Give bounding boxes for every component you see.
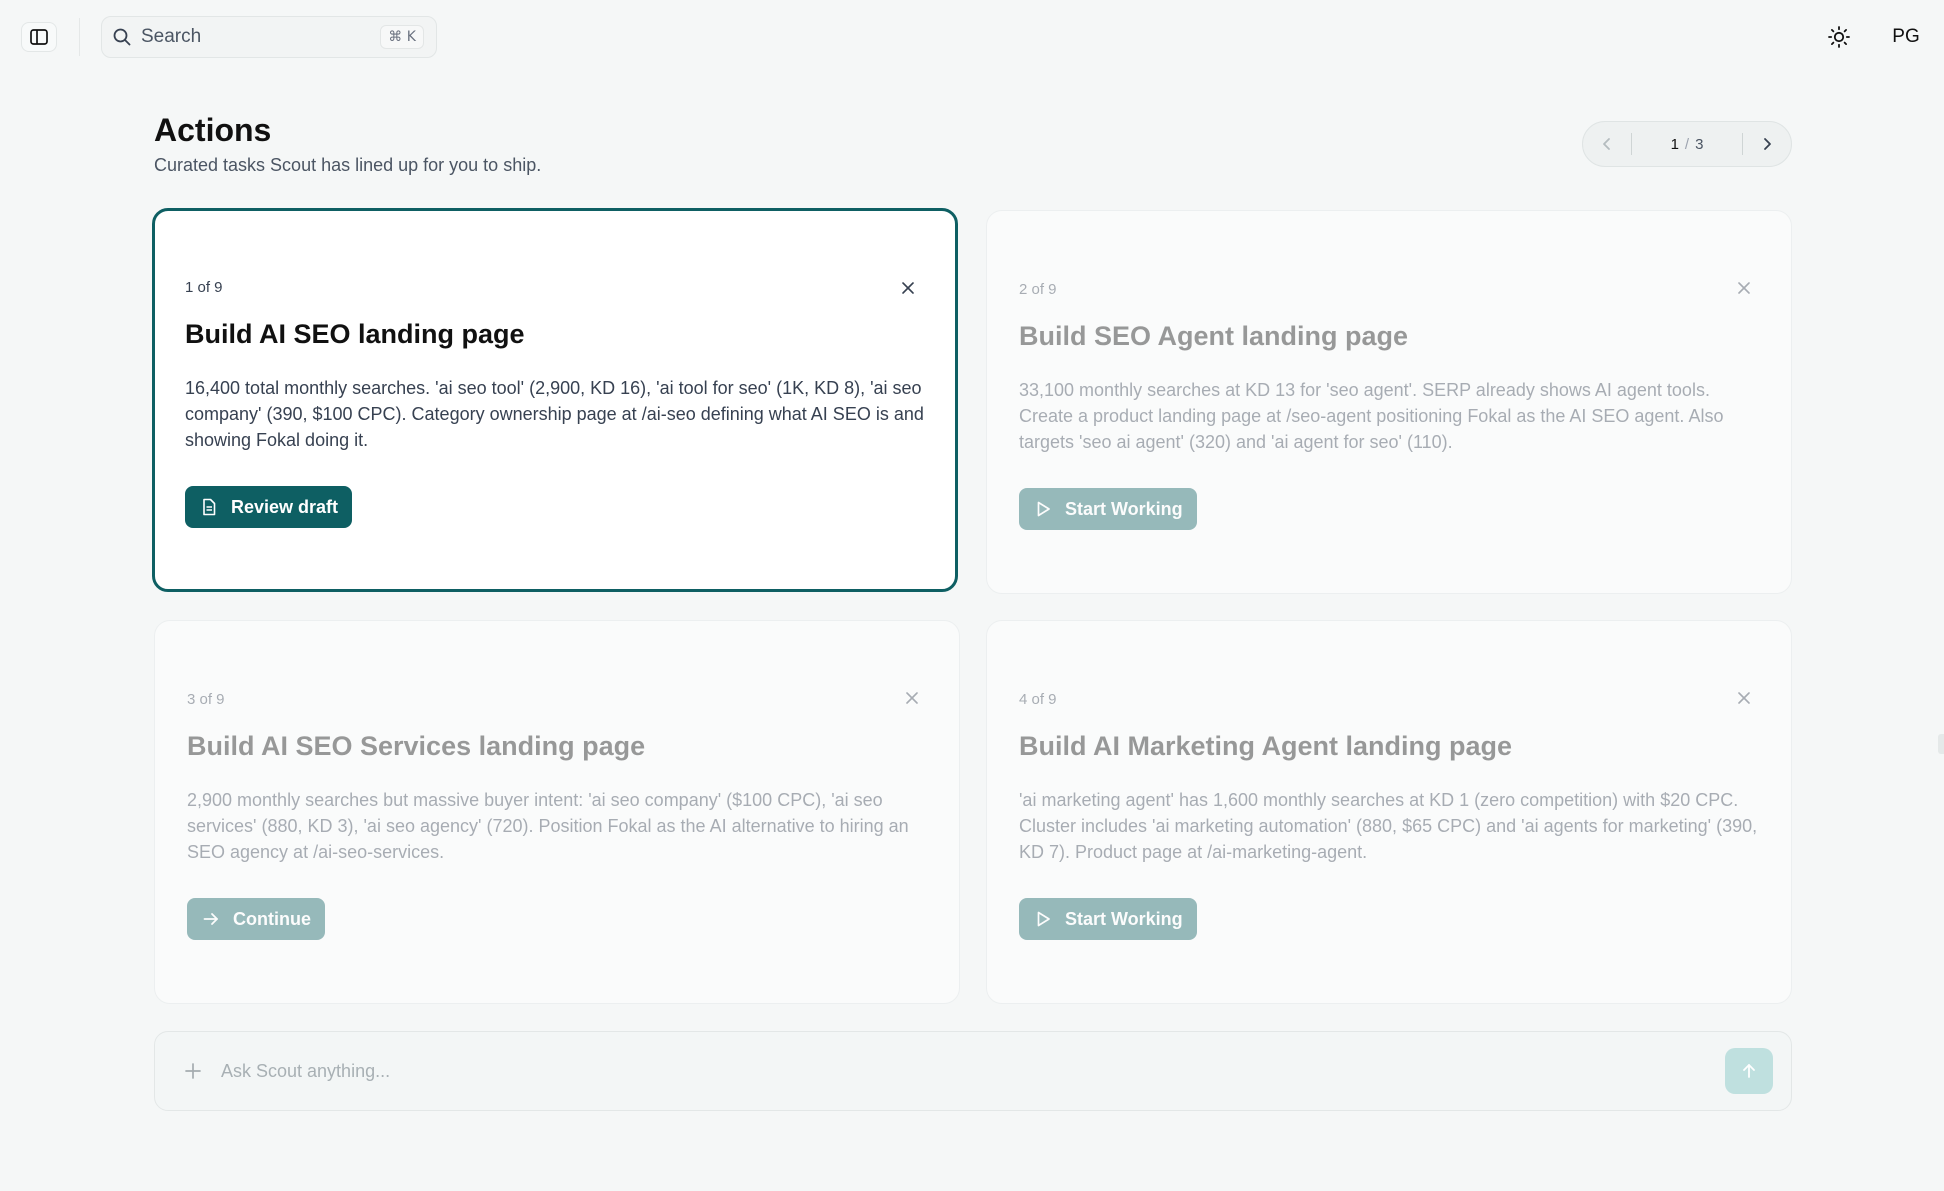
pager-total: 3: [1695, 135, 1704, 153]
pager-next-button[interactable]: [1743, 122, 1791, 166]
dismiss-card-button[interactable]: [1733, 687, 1755, 709]
page-title: Actions: [154, 112, 272, 148]
plus-icon: [185, 1063, 201, 1079]
card-counter: 1 of 9: [185, 279, 223, 296]
action-card-1[interactable]: 1 of 9 Build AI SEO landing page 16,400 …: [152, 208, 958, 592]
chevron-left-icon: [1603, 138, 1610, 150]
page-subtitle: Curated tasks Scout has lined up for you…: [154, 155, 542, 175]
search-button[interactable]: Search ⌘ K: [101, 16, 437, 58]
start-working-button[interactable]: Start Working: [1019, 898, 1197, 940]
search-icon: [113, 28, 131, 46]
pager-position: 1 / 3: [1632, 136, 1742, 153]
arrow-right-icon: [203, 913, 218, 925]
sun-icon: [1828, 26, 1850, 48]
card-title: Build AI Marketing Agent landing page: [1019, 731, 1513, 761]
card-title: Build AI SEO landing page: [185, 319, 525, 349]
review-draft-button[interactable]: Review draft: [185, 486, 353, 528]
action-card-3[interactable]: 3 of 9 Build AI SEO Services landing pag…: [154, 620, 960, 1004]
dismiss-card-button[interactable]: [1733, 277, 1755, 299]
sidebar-toggle-button[interactable]: [21, 22, 57, 52]
card-description: 16,400 total monthly searches. 'ai seo t…: [185, 378, 924, 450]
search-label: Search: [141, 26, 202, 47]
card-description: 2,900 monthly searches but massive buyer…: [187, 790, 909, 862]
card-counter: 4 of 9: [1019, 691, 1057, 708]
document-icon: [203, 498, 216, 516]
pager-prev-button[interactable]: [1583, 122, 1631, 166]
send-button[interactable]: [1725, 1048, 1773, 1094]
card-description: 'ai marketing agent' has 1,600 monthly s…: [1019, 790, 1758, 862]
play-icon: [1037, 501, 1050, 517]
play-icon: [1037, 911, 1050, 927]
dismiss-card-button[interactable]: [897, 277, 919, 299]
card-counter: 2 of 9: [1019, 281, 1057, 298]
action-card-2[interactable]: 2 of 9 Build SEO Agent landing page 33,1…: [986, 210, 1792, 594]
ask-scout-input[interactable]: [221, 1060, 1725, 1082]
close-icon: [1738, 282, 1750, 294]
button-label: Start Working: [1065, 908, 1183, 929]
sidebar-icon: [30, 29, 48, 45]
continue-button[interactable]: Continue: [187, 898, 325, 940]
attach-button[interactable]: [181, 1059, 205, 1083]
close-icon: [902, 282, 914, 294]
start-working-button[interactable]: Start Working: [1019, 488, 1197, 530]
pager-separator: /: [1684, 135, 1690, 153]
card-description: 33,100 monthly searches at KD 13 for 'se…: [1019, 380, 1724, 452]
button-label: Continue: [233, 908, 311, 929]
side-panel-handle[interactable]: [1938, 734, 1944, 754]
chevron-right-icon: [1764, 138, 1771, 150]
dismiss-card-button[interactable]: [901, 687, 923, 709]
button-label: Start Working: [1065, 498, 1183, 519]
user-avatar[interactable]: PG: [1884, 20, 1928, 54]
button-label: Review draft: [231, 496, 339, 517]
search-shortcut-badge: ⌘ K: [380, 25, 424, 49]
theme-toggle-button[interactable]: [1822, 20, 1856, 54]
pager-current: 1: [1670, 135, 1679, 153]
action-card-4[interactable]: 4 of 9 Build AI Marketing Agent landing …: [986, 620, 1792, 1004]
close-icon: [906, 692, 918, 704]
arrow-up-icon: [1743, 1064, 1755, 1078]
card-title: Build SEO Agent landing page: [1019, 321, 1409, 351]
card-title: Build AI SEO Services landing page: [187, 731, 646, 761]
chat-composer: [154, 1031, 1792, 1111]
card-counter: 3 of 9: [187, 691, 225, 708]
topbar-divider: [79, 18, 80, 56]
pagination-control: 1 / 3: [1582, 121, 1792, 167]
top-bar: Search ⌘ K PG: [0, 0, 1944, 74]
close-icon: [1738, 692, 1750, 704]
